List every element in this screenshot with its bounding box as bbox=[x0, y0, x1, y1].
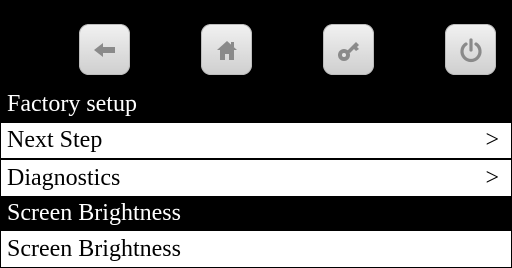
device-screen: Factory setup Next Step > Diagnostics > … bbox=[0, 0, 512, 268]
home-icon bbox=[216, 40, 237, 60]
screen-brightness-header: Screen Brightness bbox=[1, 196, 511, 231]
power-button[interactable] bbox=[445, 24, 496, 75]
back-arrow-icon bbox=[93, 42, 115, 57]
factory-setup-title: Factory setup bbox=[7, 91, 137, 117]
power-icon bbox=[459, 37, 482, 62]
menu-item-label: Screen Brightness bbox=[7, 236, 181, 262]
chevron-right-icon: > bbox=[485, 165, 499, 191]
menu-item-screen-brightness[interactable]: Screen Brightness bbox=[1, 231, 511, 267]
screen-brightness-title: Screen Brightness bbox=[7, 200, 181, 226]
home-button[interactable] bbox=[201, 24, 252, 75]
back-button[interactable] bbox=[79, 24, 130, 75]
menu-item-label: Next Step bbox=[7, 127, 103, 153]
chevron-right-icon: > bbox=[485, 127, 499, 153]
key-icon bbox=[337, 41, 359, 61]
top-toolbar bbox=[1, 1, 511, 88]
factory-setup-header: Factory setup bbox=[1, 88, 511, 121]
key-button[interactable] bbox=[323, 24, 374, 75]
menu-item-label: Diagnostics bbox=[7, 165, 121, 191]
menu-item-next-step[interactable]: Next Step > bbox=[1, 121, 511, 158]
menu-item-diagnostics[interactable]: Diagnostics > bbox=[1, 158, 511, 196]
